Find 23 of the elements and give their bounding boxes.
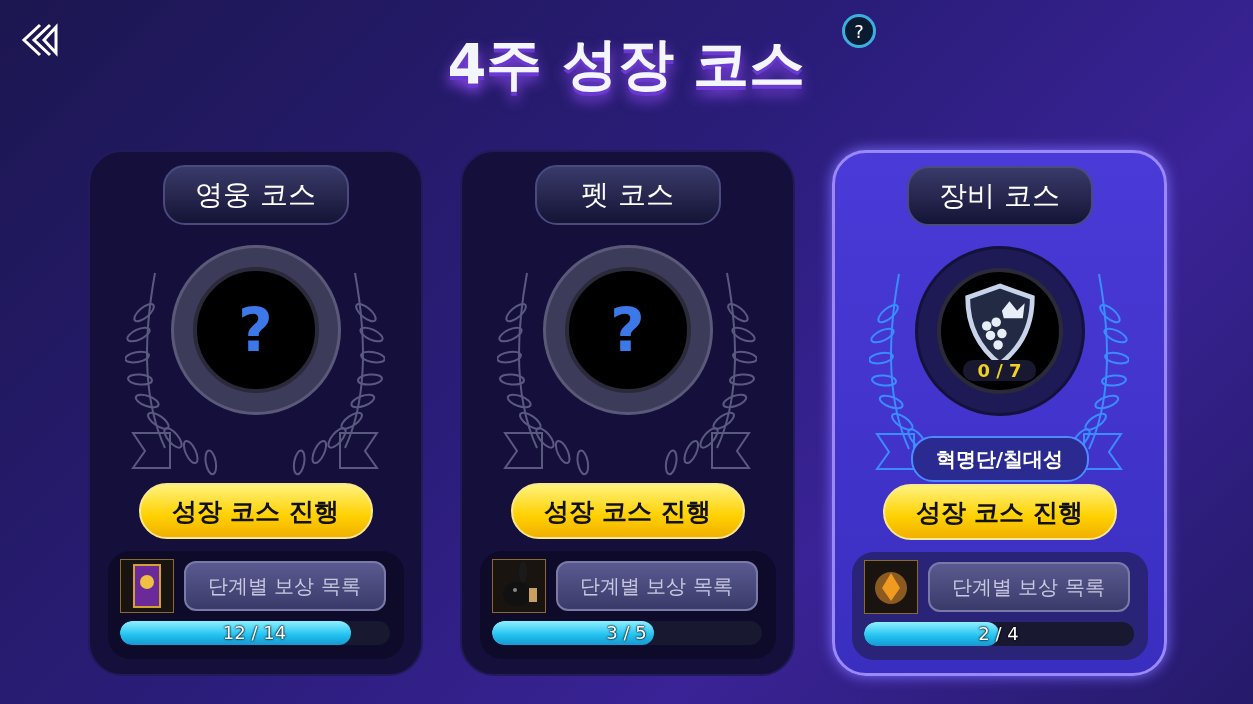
start-course-button[interactable]: 성장 코스 진행 [510, 483, 745, 539]
ribbon-label: 혁명단/칠대성 [910, 436, 1089, 482]
course-card[interactable]: 영웅 코스 ? 성장 코스 진행 단계별 보상 목록 12 / 14 [88, 150, 423, 676]
back-icon[interactable] [20, 22, 60, 58]
reward-item-icon [491, 559, 546, 613]
page-title: 4주 성장 코스 [447, 30, 806, 98]
reward-item-icon [863, 560, 918, 614]
course-title: 장비 코스 [906, 166, 1093, 226]
help-button[interactable]: ? [842, 14, 876, 48]
start-course-button[interactable]: 성장 코스 진행 [138, 483, 373, 539]
reward-item-icon [119, 559, 174, 613]
unknown-emblem: ? [564, 267, 691, 393]
unknown-emblem: ? [192, 267, 319, 393]
course-title: 펫 코스 [534, 165, 721, 225]
reward-list-button[interactable]: 단계별 보상 목록 [183, 561, 386, 611]
reward-list-button[interactable]: 단계별 보상 목록 [555, 561, 758, 611]
emblem-count: 0 / 7 [963, 359, 1036, 381]
start-course-button[interactable]: 성장 코스 진행 [882, 484, 1117, 540]
progress-text: 12 / 14 [221, 621, 288, 645]
course-card[interactable]: 펫 코스 ? 성장 코스 진행 단계별 보상 목록 3 / 5 [460, 150, 795, 676]
reward-list-button[interactable]: 단계별 보상 목록 [927, 562, 1130, 612]
course-title: 영웅 코스 [162, 165, 349, 225]
progress-text: 3 / 5 [605, 621, 648, 645]
